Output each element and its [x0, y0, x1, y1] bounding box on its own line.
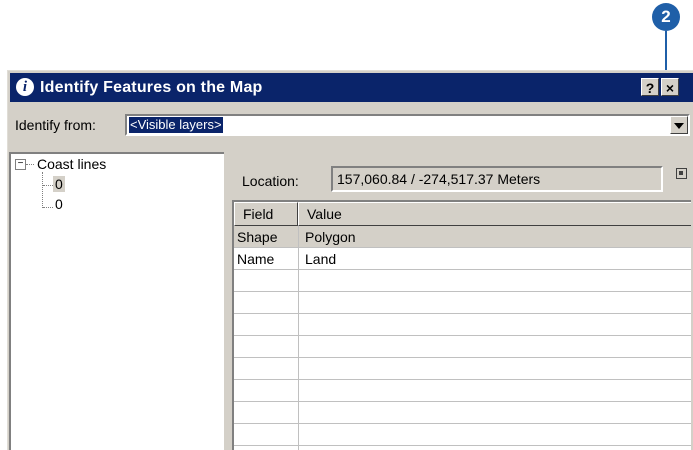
collapse-icon[interactable]: − [15, 159, 26, 170]
title-bar[interactable]: i Identify Features on the Map ? × [10, 73, 693, 102]
tree-connector [26, 164, 34, 165]
column-header-field[interactable]: Field [234, 202, 298, 226]
empty-row [234, 358, 691, 380]
tree-connector [42, 172, 43, 208]
cell-value: Land [305, 251, 337, 267]
dropdown-arrow-icon[interactable] [670, 116, 688, 134]
empty-row [234, 336, 691, 358]
cell-value: Polygon [305, 229, 356, 245]
location-field: 157,060.84 / -274,517.37 Meters [331, 166, 663, 192]
tree-item-feature[interactable]: 0 [55, 196, 63, 212]
empty-row [234, 424, 691, 446]
empty-row [234, 270, 691, 292]
column-divider [298, 226, 299, 450]
help-button[interactable]: ? [641, 78, 659, 96]
empty-row [234, 380, 691, 402]
identify-from-dropdown[interactable]: <Visible layers> [125, 114, 690, 136]
tree-connector [43, 207, 53, 208]
close-button[interactable]: × [661, 78, 679, 96]
location-label: Location: [242, 173, 299, 189]
results-grid: Field Value Shape Polygon Name Land [232, 200, 691, 450]
empty-row [234, 402, 691, 424]
tree-connector [43, 185, 53, 186]
cell-field: Shape [237, 229, 278, 245]
column-header-value[interactable]: Value [298, 202, 691, 226]
identify-from-selected: <Visible layers> [128, 116, 224, 134]
pin-icon[interactable] [676, 168, 687, 179]
table-row[interactable]: Shape Polygon [234, 226, 691, 248]
empty-row [234, 314, 691, 336]
cell-field: Name [237, 251, 275, 267]
tree-item-coast-lines[interactable]: Coast lines [37, 156, 106, 172]
empty-row [234, 292, 691, 314]
table-row[interactable]: Name Land [234, 248, 691, 270]
panel-splitter[interactable] [224, 152, 230, 450]
callout-badge: 2 [652, 3, 680, 31]
info-icon: i [16, 78, 34, 96]
layer-tree: − Coast lines 0 0 [9, 152, 224, 450]
identify-from-label: Identify from: [15, 117, 96, 133]
window-title: Identify Features on the Map [40, 79, 263, 96]
tree-item-feature-selected[interactable]: 0 [53, 176, 65, 192]
